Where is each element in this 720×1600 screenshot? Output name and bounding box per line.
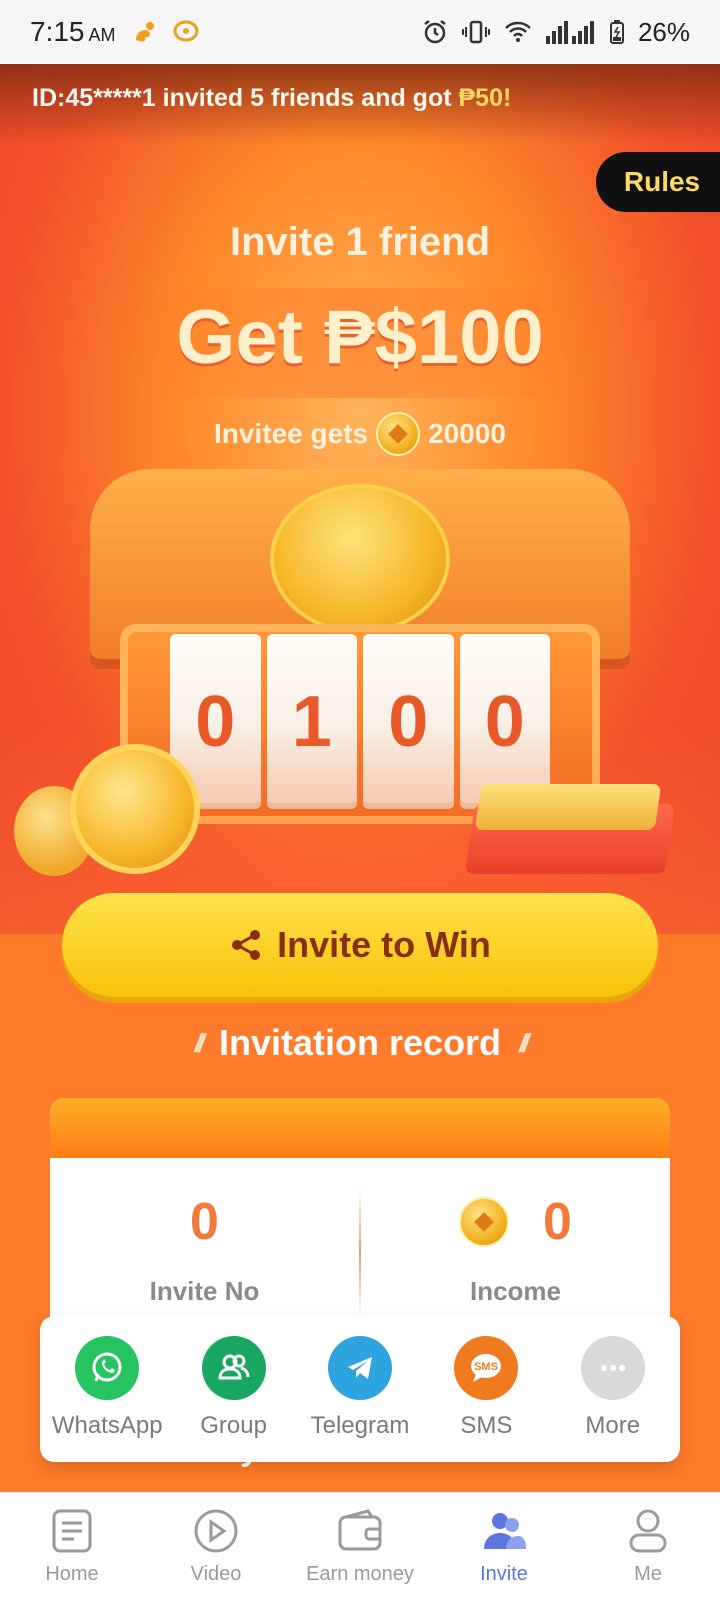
income-value-row: 0 bbox=[459, 1192, 572, 1252]
share-whatsapp[interactable]: WhatsApp bbox=[47, 1316, 167, 1462]
telegram-icon bbox=[327, 1336, 392, 1400]
share-whatsapp-label: WhatsApp bbox=[51, 1412, 163, 1439]
hero-subtitle: Invite 1 friend bbox=[229, 220, 491, 264]
share-icon bbox=[229, 928, 263, 962]
share-sms[interactable]: SMS SMS bbox=[426, 1316, 546, 1462]
status-bar: 7:15 AM 26% bbox=[0, 0, 720, 64]
wallet-icon bbox=[336, 1507, 384, 1555]
more-icon bbox=[580, 1336, 645, 1400]
invite-to-win-button[interactable]: Invite to Win bbox=[62, 893, 658, 997]
ticker-amount: ₱50! bbox=[458, 84, 512, 112]
rules-button[interactable]: Rules bbox=[596, 152, 720, 212]
share-more-label: More bbox=[585, 1412, 641, 1439]
chat-app-icon bbox=[172, 18, 200, 46]
nav-invite-label: Invite bbox=[480, 1563, 528, 1585]
whatsapp-icon bbox=[75, 1336, 140, 1400]
decor-slashes: // bbox=[519, 1027, 530, 1058]
income-value: 0 bbox=[543, 1193, 572, 1251]
nav-me-label: Me bbox=[634, 1563, 662, 1585]
wifi-icon bbox=[504, 20, 532, 44]
nav-me[interactable]: Me bbox=[576, 1493, 720, 1600]
nav-video-label: Video bbox=[190, 1563, 242, 1585]
share-group[interactable]: Group bbox=[174, 1316, 294, 1462]
alarm-icon bbox=[422, 19, 448, 45]
invitee-reward-note: Invitee gets 20000 bbox=[0, 412, 720, 456]
group-icon bbox=[201, 1336, 266, 1400]
status-ampm: AM bbox=[88, 25, 116, 45]
status-time: 7:15 AM bbox=[30, 16, 116, 48]
sms-icon: SMS bbox=[454, 1336, 519, 1400]
nav-earn-money[interactable]: Earn money bbox=[288, 1493, 432, 1600]
nav-home[interactable]: Home bbox=[0, 1493, 144, 1600]
nav-invite[interactable]: Invite bbox=[432, 1493, 576, 1600]
battery-icon bbox=[609, 20, 624, 44]
share-telegram[interactable]: Telegram bbox=[300, 1316, 420, 1462]
invitation-record-heading: // Invitation record // bbox=[0, 1022, 720, 1064]
vibrate-icon bbox=[461, 19, 490, 45]
hero-banner: ID:45*****1 invited 5 friends and got ₱5… bbox=[0, 64, 720, 934]
share-group-label: Group bbox=[200, 1412, 267, 1439]
nav-earn-money-label: Earn money bbox=[306, 1563, 414, 1585]
hero-title: Get ₱$100 bbox=[176, 295, 544, 380]
chest-coin-illustration bbox=[270, 484, 450, 634]
invite-friends-icon bbox=[480, 1507, 528, 1555]
status-right: 26% bbox=[422, 17, 690, 48]
record-card-header bbox=[50, 1098, 670, 1158]
profile-icon bbox=[626, 1507, 670, 1555]
invitation-record-title: Invitation record bbox=[218, 1022, 502, 1063]
bottom-navigation: Home Video Earn money Invite Me bbox=[0, 1492, 720, 1600]
invite-ticker: ID:45*****1 invited 5 friends and got ₱5… bbox=[32, 84, 511, 113]
decor-slashes: // bbox=[194, 1027, 206, 1058]
coin-illustration bbox=[70, 744, 200, 874]
video-play-icon bbox=[192, 1507, 240, 1555]
invite-to-win-label: Invite to Win bbox=[277, 924, 491, 965]
battery-percent: 26% bbox=[637, 16, 690, 47]
share-sms-label: SMS bbox=[460, 1412, 513, 1439]
invitee-reward-prefix: Invitee gets bbox=[214, 418, 369, 449]
income-label: Income bbox=[469, 1276, 562, 1306]
invite-count-value: 0 bbox=[190, 1193, 219, 1251]
coin-icon bbox=[376, 412, 421, 456]
invite-count-label: Invite No bbox=[149, 1276, 260, 1306]
invitation-record-card: 0 Invite No 0 Income bbox=[50, 1098, 670, 1348]
book-illustration bbox=[474, 784, 662, 830]
nav-video[interactable]: Video bbox=[144, 1493, 288, 1600]
sms-icon-text: SMS bbox=[474, 1361, 498, 1373]
coin-icon bbox=[459, 1197, 510, 1247]
share-telegram-label: Telegram bbox=[310, 1412, 410, 1439]
ticker-text: ID:45*****1 invited 5 friends and got bbox=[32, 84, 459, 112]
nav-home-label: Home bbox=[45, 1563, 99, 1585]
squirrel-app-icon bbox=[130, 18, 158, 46]
share-more[interactable]: More bbox=[553, 1316, 673, 1462]
signal-icon bbox=[545, 20, 596, 44]
share-panel: WhatsApp Group Telegram SMS SMS More bbox=[40, 1316, 680, 1462]
invitee-reward-coins: 20000 bbox=[428, 418, 506, 449]
home-icon bbox=[50, 1507, 94, 1555]
status-time-value: 7:15 bbox=[30, 16, 85, 47]
